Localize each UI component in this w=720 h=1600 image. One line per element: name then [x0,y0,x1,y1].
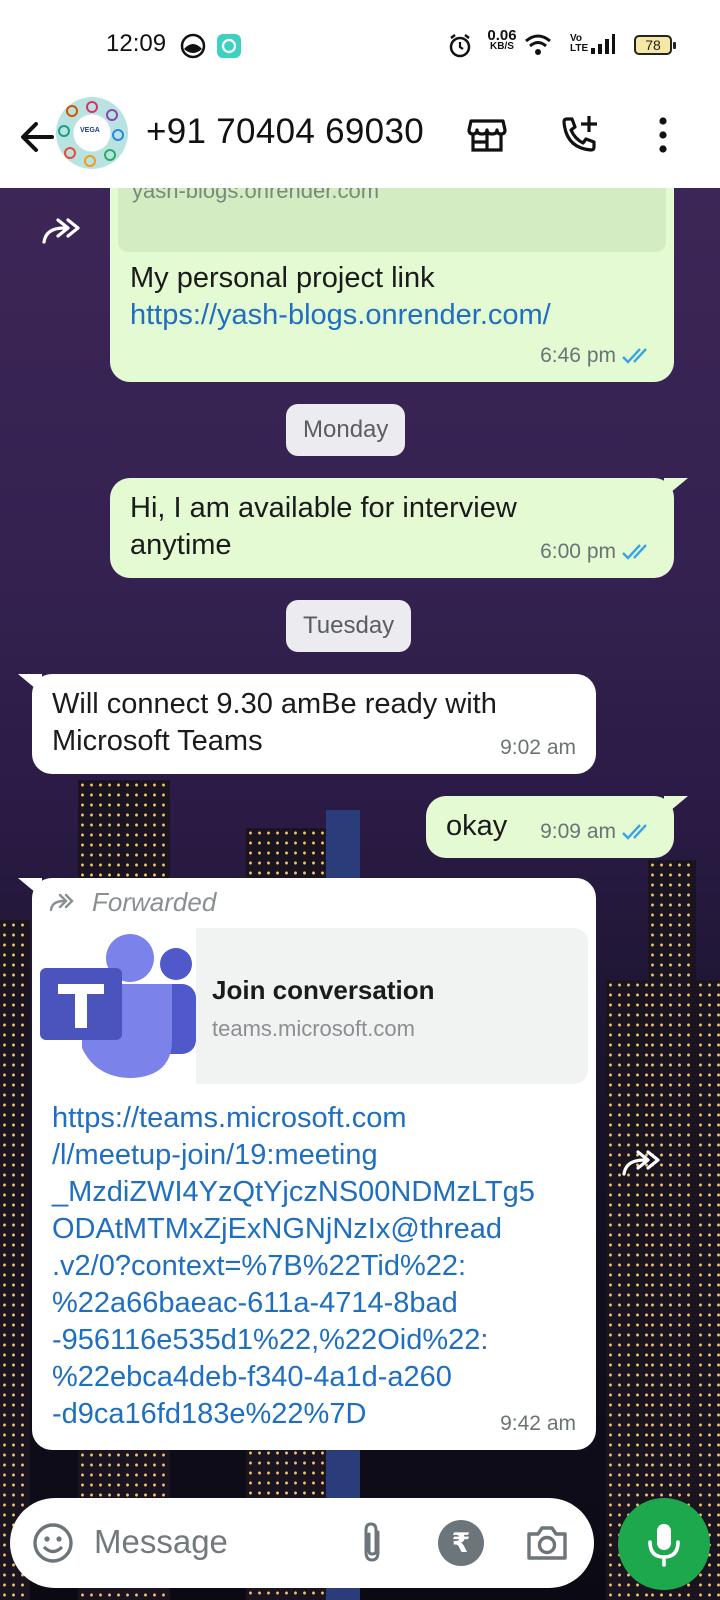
message-time: 9:42 am [500,1412,576,1435]
message-bubble-okay[interactable]: okay 9:09 am [426,796,674,858]
network-speed: 0.06 KB/S [480,27,524,52]
read-receipt-icon [622,347,647,364]
voice-record-button[interactable] [618,1498,710,1590]
bubble-tail [664,796,688,816]
teams-link-line[interactable]: .v2/0?context=%7B%22Tid%22: [52,1248,582,1285]
message-input[interactable] [94,1520,334,1564]
link-preview-domain: yash-blogs.onrender.com [132,188,380,203]
message-bubble-teams-link[interactable]: Forwarded Join conversation teams.micros… [32,878,596,1450]
microsoft-teams-logo-icon [40,928,196,1084]
signal-icon [591,34,615,54]
status-bar: 12:09 0.06 KB/S Vo LTE 78 [0,0,720,92]
link-preview-title: Join conversation [212,975,435,1005]
microphone-icon [648,1524,680,1567]
message-text-line: Will connect 9.30 amBe ready with [52,688,497,720]
project-link[interactable]: https://yash-blogs.onrender.com/ [130,297,660,334]
add-call-icon[interactable] [556,112,602,158]
message-time: 9:02 am [500,736,576,759]
chat-app-notification-icon [217,34,241,58]
chat-header: VEGA +91 70404 69030 [0,92,720,188]
message-text-line: Hi, I am available for interview [130,492,517,524]
camera-icon[interactable] [524,1520,570,1566]
contact-name[interactable]: +91 70404 69030 [146,112,424,152]
message-text: My personal project link [130,262,435,294]
attach-icon[interactable] [350,1520,396,1566]
theme-icon [180,33,206,59]
message-time: 9:09 am [540,820,616,843]
message-bubble-connect[interactable]: Will connect 9.30 amBe ready with Micros… [32,674,596,774]
message-composer: ₹ [10,1498,594,1588]
bubble-tail [664,478,688,498]
avatar-label: VEGA [80,127,100,134]
teams-link-line[interactable]: /l/meetup-join/19:meeting [52,1137,582,1174]
contact-avatar[interactable]: VEGA [56,97,128,169]
battery-indicator: 78 [634,35,676,55]
chat-area[interactable]: yash-blogs.onrender.com My personal proj… [0,188,720,1600]
read-receipt-icon [622,823,647,840]
message-meta: 6:00 pm [540,533,654,570]
teams-link-line[interactable]: -956116e535d1%22,%22Oid%22: [52,1322,582,1359]
volte-bottom-label: LTE [570,43,589,54]
message-meta: 6:46 pm [540,337,654,374]
store-icon[interactable] [464,112,510,158]
message-text: okay [446,810,508,842]
forwarded-text: Forwarded [92,887,217,917]
alarm-icon [449,34,471,58]
wallpaper-building [648,860,696,1600]
teams-link-line[interactable]: %22a66baeac-611a-4714-8bad [52,1285,582,1322]
message-bubble-availability[interactable]: Hi, I am available for interview anytime… [110,478,674,578]
payment-icon[interactable]: ₹ [438,1520,484,1566]
link-preview-card[interactable]: yash-blogs.onrender.com [118,188,666,252]
message-meta: 9:02 am [500,729,576,766]
read-receipt-icon [622,543,647,560]
teams-link-line[interactable]: ODAtMTMxZjExNGNjNzIx@thread [52,1211,582,1248]
wifi-icon [525,34,551,55]
message-meta: 9:09 am [540,813,654,850]
network-speed-value: 0.06 [487,27,517,44]
more-options-icon[interactable] [642,112,688,158]
teams-link-preview[interactable]: Join conversation teams.microsoft.com [40,928,588,1084]
teams-link-line[interactable]: _MzdiZWI4YzQtYjczNS00NDMzLTg5 [52,1174,582,1211]
date-separator: Tuesday [286,600,412,652]
teams-link-line[interactable]: https://teams.microsoft.com [52,1100,582,1137]
message-meta: 9:42 am [500,1405,576,1442]
message-text-line: anytime [130,529,232,561]
forward-message-icon[interactable] [622,1148,666,1178]
wallpaper-building [0,920,30,1600]
status-time: 12:09 [106,30,167,57]
message-time: 6:46 pm [540,344,616,367]
bubble-tail [18,878,42,898]
emoji-icon[interactable] [30,1520,76,1566]
teams-link-line[interactable]: %22ebca4deb-f340-4a1d-a260 [52,1359,582,1396]
date-separator: Monday [286,404,406,456]
bubble-tail [18,674,42,694]
message-text-line: Microsoft Teams [52,725,263,757]
teams-meeting-link[interactable]: https://teams.microsoft.com/l/meetup-joi… [52,1100,582,1433]
forwarded-label: Forwarded [50,884,216,921]
forwarded-icon [50,893,74,911]
message-time: 6:00 pm [540,540,616,563]
volte-indicator: Vo LTE [570,34,588,54]
back-arrow-icon[interactable] [14,114,60,160]
link-preview-domain: teams.microsoft.com [212,1016,415,1041]
forward-message-icon[interactable] [42,216,86,246]
message-bubble-project-link[interactable]: yash-blogs.onrender.com My personal proj… [110,188,674,382]
